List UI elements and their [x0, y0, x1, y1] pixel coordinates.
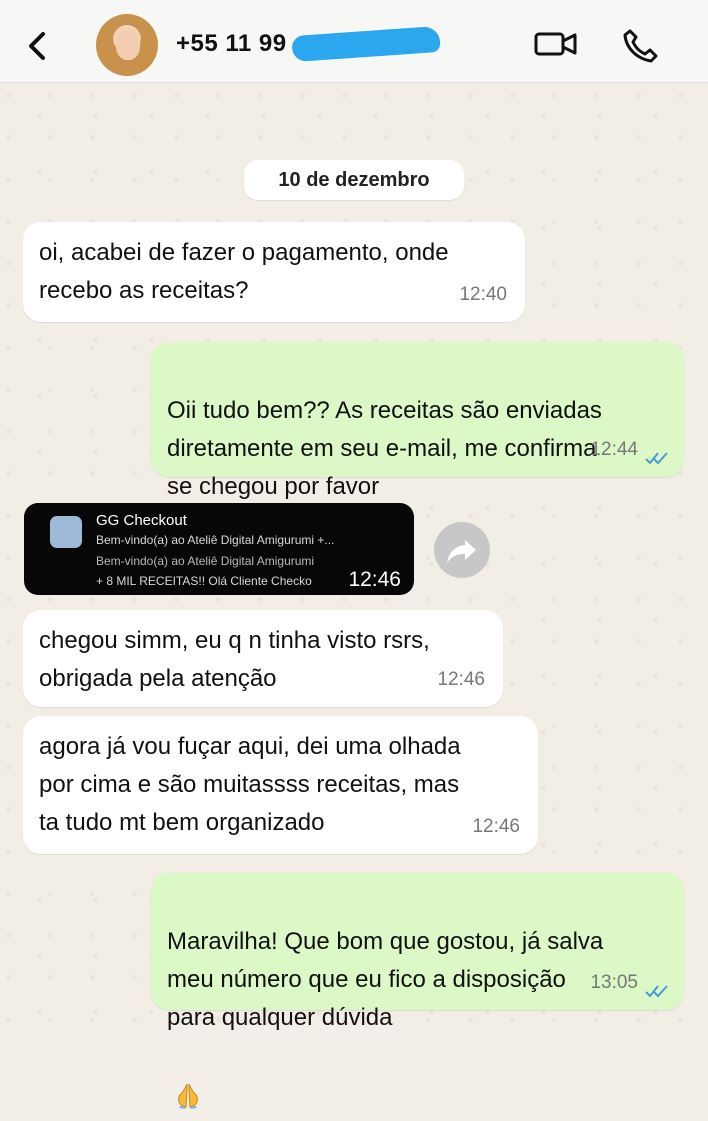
- message-time: 12:46: [472, 816, 520, 837]
- message-text: chegou simm, eu q n tinha visto rsrs, ob…: [39, 627, 430, 692]
- avatar-face-icon: [116, 30, 140, 60]
- message-time: 13:05: [590, 972, 638, 993]
- forward-arrow-icon: [447, 540, 476, 563]
- contact-avatar[interactable]: [96, 14, 158, 76]
- read-receipt-icon: [645, 985, 668, 998]
- phone-icon[interactable]: [620, 26, 660, 64]
- forward-button[interactable]: [434, 522, 490, 578]
- message-time: 12:46: [437, 669, 485, 690]
- notification-line: Bem-vindo(a) ao Ateliê Digital Amigurumi: [96, 554, 315, 568]
- message-incoming-2[interactable]: chegou simm, eu q n tinha visto rsrs, ob…: [23, 610, 503, 707]
- message-time: 12:40: [459, 284, 507, 305]
- date-separator: 10 de dezembro: [244, 160, 464, 200]
- notification-time: 12:46: [348, 568, 401, 591]
- notification-line: Bem-vindo(a) ao Ateliê Digital Amigurumi…: [96, 533, 335, 547]
- video-call-icon[interactable]: [532, 28, 580, 60]
- message-text: Maravilha! Que bom que gostou, já salva …: [167, 885, 604, 1109]
- message-text: oi, acabei de fazer o pagamento, onde re…: [39, 239, 449, 304]
- notification-title: GG Checkout: [96, 512, 187, 529]
- message-text-content: Maravilha! Que bom que gostou, já salva …: [167, 928, 604, 1031]
- back-chevron-icon[interactable]: [22, 26, 52, 66]
- message-text: agora já vou fuçar aqui, dei uma olhada …: [39, 733, 461, 836]
- emoji-hands-icon: [178, 1083, 198, 1109]
- message-text-content: Oii tudo bem?? As receitas são enviadas …: [167, 397, 602, 500]
- checkout-notification-image[interactable]: GG Checkout Bem-vindo(a) ao Ateliê Digit…: [24, 503, 414, 595]
- folded-hands-icon: [175, 1043, 201, 1109]
- contact-phone-number[interactable]: +55 11 99: [176, 30, 287, 58]
- notification-line: + 8 MIL RECEITAS!! Olá Cliente Checko: [96, 574, 312, 588]
- message-incoming-3[interactable]: agora já vou fuçar aqui, dei uma olhada …: [23, 716, 538, 854]
- read-receipt-icon: [645, 452, 668, 465]
- app-icon: [50, 516, 82, 548]
- message-outgoing-2[interactable]: Maravilha! Que bom que gostou, já salva …: [151, 873, 684, 1109]
- phone-number-redaction: [291, 25, 441, 63]
- message-incoming-1[interactable]: oi, acabei de fazer o pagamento, onde re…: [23, 222, 525, 322]
- chat-header: +55 11 99: [0, 0, 708, 83]
- message-outgoing-1[interactable]: Oii tudo bem?? As receitas são enviadas …: [151, 342, 684, 576]
- message-time: 12:44: [590, 439, 638, 460]
